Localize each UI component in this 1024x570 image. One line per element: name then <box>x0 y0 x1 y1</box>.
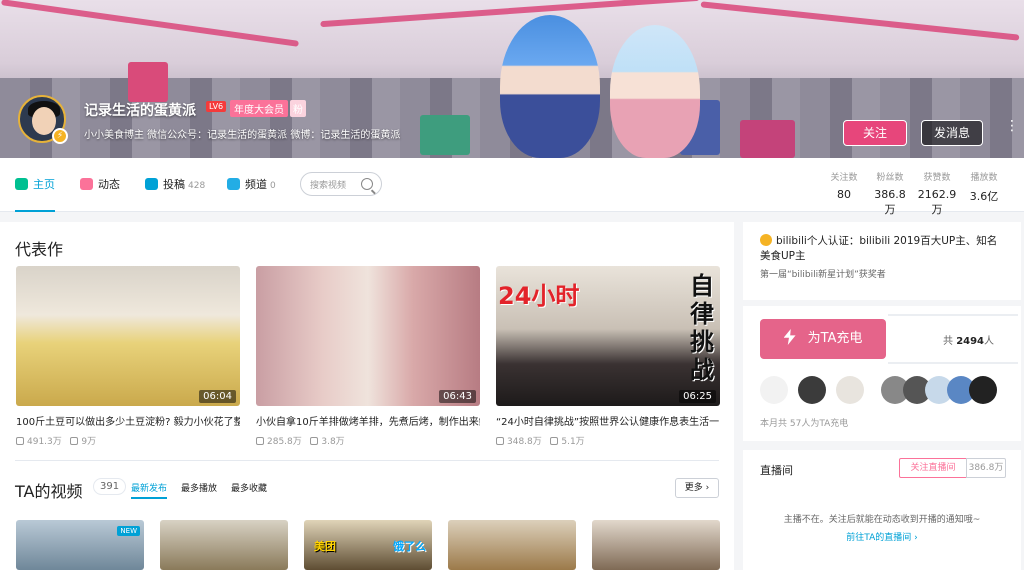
certification-icon <box>760 234 772 246</box>
upload-icon <box>145 178 158 190</box>
tab-home[interactable]: 主页 <box>15 176 55 212</box>
thumbnail-overlay-text: 美团 <box>314 540 336 553</box>
follow-live-button[interactable]: 关注直播间 <box>899 458 967 478</box>
follow-button[interactable]: 关注 <box>843 120 907 146</box>
video-meta: 491.3万 9万 <box>16 434 240 447</box>
supporter-avatar[interactable] <box>798 376 826 404</box>
level-badge: LV6 <box>206 101 227 112</box>
video-thumbnail[interactable]: 24小时 自律挑战 06:25 <box>496 266 720 406</box>
charge-total: 共 2494人 <box>943 336 995 347</box>
comment-icon <box>310 437 319 445</box>
live-follower-count: 386.8万 <box>966 458 1006 478</box>
live-room-panel: 直播间 关注直播间 386.8万 主播不在。关注后就能在动态收到开播的通知哦~ … <box>743 450 1021 570</box>
sort-most-favorited[interactable]: 最多收藏 <box>231 481 267 494</box>
play-count-icon <box>496 437 504 445</box>
video-thumbnail[interactable] <box>592 520 720 570</box>
channel-icon <box>227 178 240 190</box>
vip-lightning-icon: ⚡ <box>52 128 68 144</box>
live-room-title: 直播间 <box>760 464 793 477</box>
stat-plays: 播放数 3.6亿 <box>969 173 999 203</box>
anime-character-33 <box>610 25 700 158</box>
video-thumbnail[interactable] <box>448 520 576 570</box>
search-icon[interactable] <box>361 178 373 190</box>
charge-panel: 为TA充电 共 2494人 本月共 57人为TA充电 <box>743 306 1021 441</box>
thumbnail-overlay-text: 饿了么 <box>393 540 426 553</box>
more-videos-button[interactable]: 更多 › <box>675 478 719 498</box>
sort-most-played[interactable]: 最多播放 <box>181 481 217 494</box>
video-title[interactable]: 100斤土豆可以做出多少土豆淀粉? 毅力小伙花了整 <box>16 413 240 428</box>
lightning-icon <box>783 329 796 345</box>
tab-channel[interactable]: 频道 0 <box>227 176 276 212</box>
video-thumbnail[interactable]: 06:43 <box>256 266 480 406</box>
thumbnail-overlay-text: 自律挑战 <box>690 272 714 384</box>
supporter-avatar[interactable] <box>760 376 788 404</box>
supporter-avatar[interactable] <box>969 376 997 404</box>
section-divider <box>15 460 719 461</box>
sort-latest[interactable]: 最新发布 <box>131 481 168 499</box>
video-count-badge: 391 <box>93 478 127 495</box>
stat-following[interactable]: 关注数 80 <box>826 170 862 201</box>
live-offline-message: 主播不在。关注后就能在动态收到开播的通知哦~ <box>783 515 981 525</box>
certification-text: bilibili个人认证：bilibili 2019百大UP主、知名美食UP主 <box>760 234 998 262</box>
video-duration: 06:43 <box>439 390 476 403</box>
message-button[interactable]: 发消息 <box>921 120 983 146</box>
video-card[interactable]: 06:43 小伙自拿10斤羊排做烤羊排，先煮后烤，制作出来鲜 285.8万 3.… <box>256 266 480 447</box>
masterpiece-title: 代表作 <box>15 240 64 259</box>
fan-badge: 粉 <box>290 100 306 117</box>
new-badge: NEW <box>117 526 140 536</box>
dynamic-icon <box>80 178 93 190</box>
thumbnail-overlay-text: 24小时 <box>498 282 580 310</box>
gift-box-icon <box>128 62 168 102</box>
tab-dynamic[interactable]: 动态 <box>80 176 120 212</box>
banner-ribbon <box>320 0 700 28</box>
video-duration: 06:04 <box>199 390 236 403</box>
supporter-avatar[interactable] <box>836 376 864 404</box>
play-count-icon <box>256 437 264 445</box>
tab-uploads[interactable]: 投稿 428 <box>145 176 205 212</box>
vip-badge: 年度大会员 <box>230 100 288 117</box>
go-to-live-room-link[interactable]: 前往TA的直播间 › <box>743 530 1021 543</box>
comment-icon <box>70 437 79 445</box>
banner-ribbon <box>700 1 1020 41</box>
play-count-icon <box>16 437 24 445</box>
certification-subtext: 第一届“bilibili新星计划”获奖者 <box>760 270 886 280</box>
gift-box-icon <box>740 120 795 158</box>
username: 记录生活的蛋黄派 <box>84 103 196 119</box>
home-icon <box>15 178 28 190</box>
stat-likes: 获赞数 2162.9万 <box>917 173 957 216</box>
charge-button[interactable]: 为TA充电 <box>760 319 886 359</box>
video-meta: 285.8万 3.8万 <box>256 434 480 447</box>
video-title[interactable]: 小伙自拿10斤羊排做烤羊排，先煮后烤，制作出来鲜 <box>256 413 480 428</box>
user-signature: 小小美食博主 微信公众号：记录生活的蛋黄派 微博：记录生活的蛋黄派 <box>84 130 401 141</box>
video-card[interactable]: 06:04 100斤土豆可以做出多少土豆淀粉? 毅力小伙花了整 491.3万 9… <box>16 266 240 447</box>
video-title[interactable]: “24小时自律挑战”按照世界公认健康作息表生活一 <box>496 413 720 428</box>
anime-character-22 <box>500 15 600 158</box>
gift-box-icon <box>420 115 470 155</box>
videos-title: TA的视频 <box>15 482 83 501</box>
search-input[interactable]: 搜索视频 <box>300 172 382 196</box>
stat-fans[interactable]: 粉丝数 386.8万 <box>870 170 910 217</box>
banner-ribbon <box>1 0 299 47</box>
comment-icon <box>550 437 559 445</box>
video-thumbnail[interactable]: 美团 饿了么 <box>304 520 432 570</box>
more-options-icon[interactable]: ⋮ <box>1005 119 1019 133</box>
video-meta: 348.8万 5.1万 <box>496 434 720 447</box>
video-thumbnail[interactable] <box>160 520 288 570</box>
video-thumbnail[interactable]: NEW <box>16 520 144 570</box>
certification-panel: bilibili个人认证：bilibili 2019百大UP主、知名美食UP主 … <box>743 222 1021 300</box>
monthly-charge-text: 本月共 57人为TA充电 <box>760 419 849 429</box>
video-duration: 06:25 <box>679 390 716 403</box>
video-card[interactable]: 24小时 自律挑战 06:25 “24小时自律挑战”按照世界公认健康作息表生活一… <box>496 266 720 447</box>
video-thumbnail[interactable]: 06:04 <box>16 266 240 406</box>
